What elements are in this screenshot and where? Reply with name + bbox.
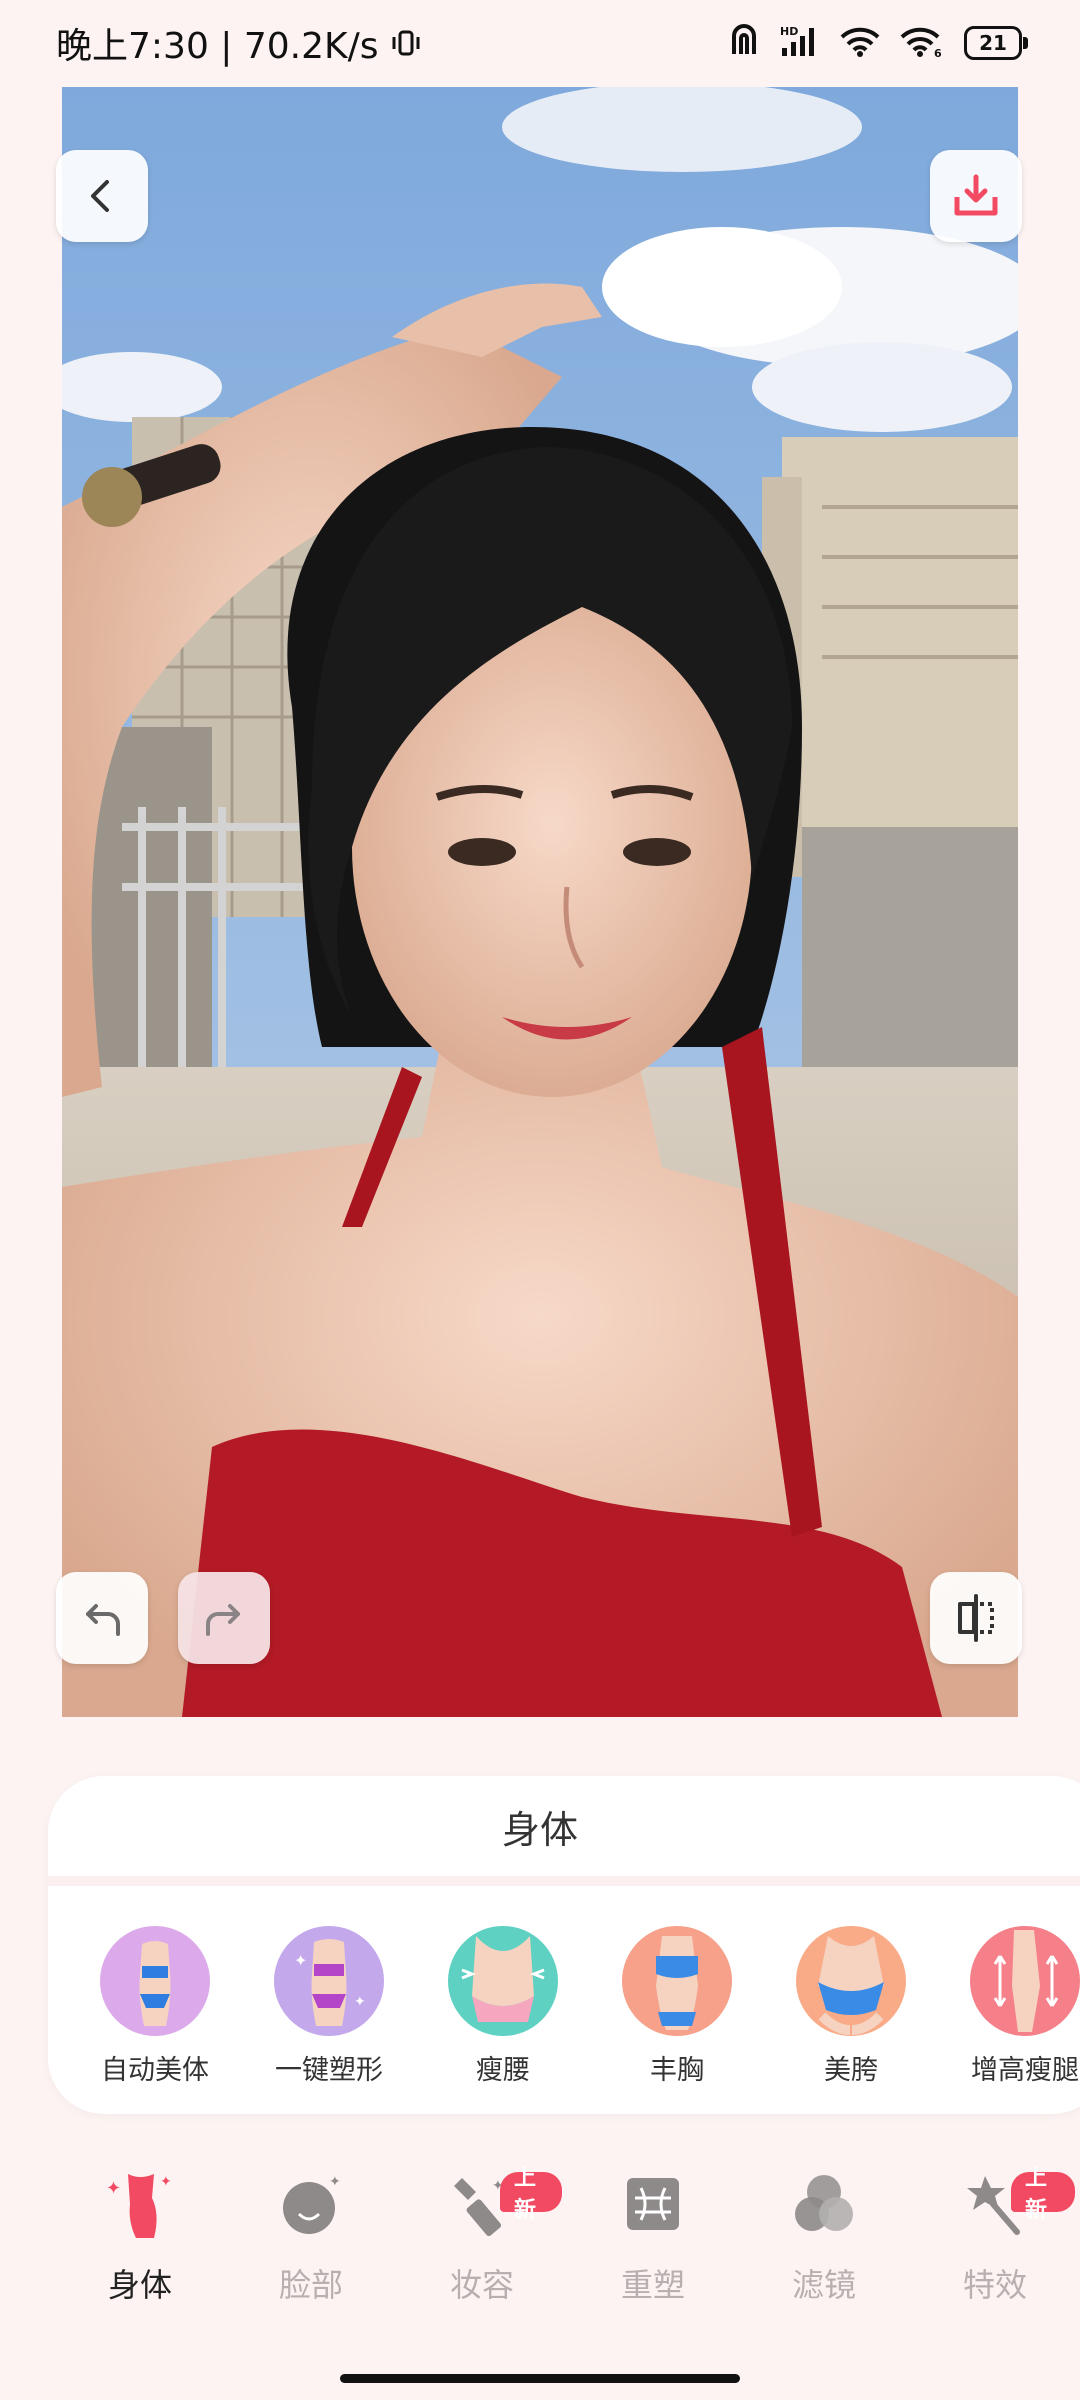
redo-button[interactable] bbox=[178, 1572, 270, 1664]
battery-icon: 21 bbox=[964, 26, 1028, 60]
photo-canvas[interactable] bbox=[62, 87, 1018, 1717]
nav-item-filter[interactable]: 滤镜 bbox=[744, 2164, 904, 2306]
body-icon: ✦ ✦ bbox=[100, 2164, 180, 2244]
nav-item-face[interactable]: ✦ 脸部 bbox=[231, 2164, 391, 2306]
panel-divider bbox=[48, 1876, 1080, 1886]
tool-one-click-shape[interactable]: ✦ ✦ 一键塑形 bbox=[244, 1926, 414, 2087]
undo-button[interactable] bbox=[56, 1572, 148, 1664]
tool-label: 丰胸 bbox=[650, 2055, 704, 2086]
nav-label: 滤镜 bbox=[791, 2266, 856, 2304]
tool-bust[interactable]: 丰胸 bbox=[592, 1926, 762, 2087]
compare-button[interactable] bbox=[930, 1572, 1022, 1664]
auto-body-icon bbox=[100, 1926, 210, 2036]
hip-icon bbox=[796, 1926, 906, 2036]
home-indicator[interactable] bbox=[340, 2374, 740, 2383]
nav-item-makeup[interactable]: ✦ 妆容 上新 bbox=[402, 2164, 562, 2306]
new-badge: 上新 bbox=[1011, 2166, 1075, 2223]
undo-icon bbox=[86, 1604, 120, 1636]
bottom-nav: ✦ ✦ 身体 ✦ 脸部 ✦ 妆容 上新 重塑 滤镜 特效 上新 bbox=[0, 2124, 1080, 2324]
nav-item-effects[interactable]: 特效 上新 bbox=[915, 2164, 1075, 2306]
battery-level: 21 bbox=[979, 31, 1007, 55]
status-bar: 晚上7:30 | 70.2K/s HD 6 21 bbox=[0, 0, 1080, 86]
bust-icon bbox=[622, 1926, 732, 2036]
nfc-icon bbox=[728, 24, 760, 62]
nav-item-body[interactable]: ✦ ✦ 身体 bbox=[60, 2164, 220, 2306]
status-time-speed: 晚上7:30 | 70.2K/s bbox=[56, 26, 379, 67]
nav-item-reshape[interactable]: 重塑 bbox=[573, 2164, 733, 2306]
one-click-shape-icon: ✦ ✦ bbox=[274, 1926, 384, 2036]
svg-text:✦: ✦ bbox=[294, 1951, 307, 1970]
tool-label: 美胯 bbox=[824, 2055, 878, 2086]
tool-hip[interactable]: 美胯 bbox=[766, 1926, 936, 2087]
wifi-6-icon: 6 bbox=[900, 25, 944, 61]
tool-label: 增高瘦腿 bbox=[971, 2055, 1079, 2086]
nav-label: 重塑 bbox=[620, 2266, 685, 2304]
taller-legs-icon bbox=[970, 1926, 1080, 2036]
nav-label: 脸部 bbox=[278, 2266, 343, 2304]
nav-label: 妆容 bbox=[449, 2266, 514, 2304]
reshape-icon bbox=[613, 2164, 693, 2244]
svg-text:✦: ✦ bbox=[354, 1994, 366, 2010]
svg-text:HD: HD bbox=[780, 25, 798, 38]
svg-text:✦: ✦ bbox=[106, 2178, 121, 2199]
svg-text:✦: ✦ bbox=[160, 2174, 172, 2190]
status-right: HD 6 21 bbox=[728, 24, 1028, 62]
face-icon: ✦ bbox=[271, 2164, 351, 2244]
hd-signal-icon: HD bbox=[780, 24, 820, 62]
nav-label: 身体 bbox=[107, 2266, 172, 2304]
body-tools-list[interactable]: 自动美体 ✦ ✦ 一键塑形 瘦腰 丰胸 美胯 增高瘦腿 bbox=[48, 1926, 1080, 2086]
nav-label: 特效 bbox=[962, 2266, 1027, 2304]
tool-label: 一键塑形 bbox=[275, 2055, 383, 2086]
tool-slim-waist[interactable]: 瘦腰 bbox=[418, 1926, 588, 2087]
tool-label: 自动美体 bbox=[101, 2055, 209, 2086]
vibrate-icon bbox=[391, 28, 421, 58]
panel-title: 身体 bbox=[501, 1807, 578, 1852]
slim-waist-icon bbox=[448, 1926, 558, 2036]
back-button[interactable] bbox=[56, 150, 148, 242]
status-left: 晚上7:30 | 70.2K/s bbox=[56, 17, 421, 69]
tool-taller-legs[interactable]: 增高瘦腿 bbox=[940, 1926, 1080, 2087]
editor-screen: 晚上7:30 | 70.2K/s HD 6 21 身体 自动美体 ✦ ✦ 一键塑… bbox=[0, 0, 1080, 2400]
compare-icon bbox=[958, 1594, 994, 1642]
wifi-icon bbox=[840, 25, 880, 61]
new-badge: 上新 bbox=[500, 2166, 562, 2223]
svg-text:6: 6 bbox=[934, 47, 942, 57]
filter-icon bbox=[784, 2164, 864, 2244]
redo-icon bbox=[206, 1604, 240, 1636]
tool-auto-body[interactable]: 自动美体 bbox=[70, 1926, 240, 2087]
download-icon bbox=[954, 174, 998, 216]
body-tools-panel: 身体 自动美体 ✦ ✦ 一键塑形 瘦腰 丰胸 美胯 增高瘦腿 bbox=[48, 1776, 1080, 2114]
back-icon bbox=[91, 180, 109, 212]
svg-text:✦: ✦ bbox=[329, 2174, 341, 2190]
photo-illustration bbox=[62, 87, 1018, 1717]
tool-label: 瘦腰 bbox=[476, 2055, 530, 2086]
download-button[interactable] bbox=[930, 150, 1022, 242]
